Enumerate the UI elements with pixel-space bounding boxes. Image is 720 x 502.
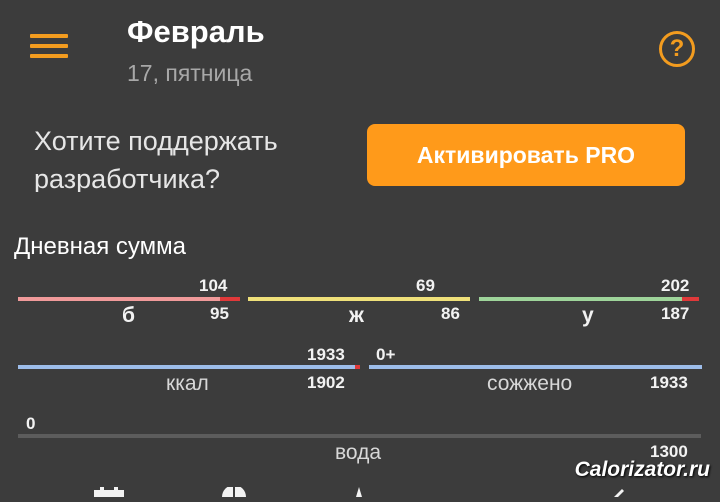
kcal-current: 1902 [307, 373, 345, 392]
water-label: вода [335, 441, 382, 464]
protein-goal: 104 [199, 276, 228, 295]
carbs-goal: 202 [661, 276, 690, 295]
burned-label: сожжено [487, 372, 573, 395]
kcal-progress-bar [18, 365, 360, 369]
date-subtitle: 17, пятница [127, 60, 253, 86]
carbs-over-marker [682, 297, 699, 301]
hamburger-menu-icon [30, 34, 68, 38]
burned-goal: 0+ [376, 345, 396, 364]
month-title: Февраль [127, 14, 265, 49]
kcal-over-marker [355, 365, 360, 369]
carbs-progress-fill [479, 297, 683, 301]
help-button[interactable]: ? [659, 31, 695, 67]
protein-current: 95 [210, 304, 229, 323]
fat-progress-fill [248, 297, 470, 301]
question-circle-icon: ? [669, 35, 685, 62]
fat-goal: 69 [416, 276, 435, 295]
burned-progress-bar [369, 365, 702, 369]
fat-current: 86 [441, 304, 460, 323]
protein-label: б [122, 304, 135, 327]
kcal-label: ккал [166, 372, 209, 395]
support-developer-text: Хотите поддержать разработчика? [34, 126, 278, 192]
activate-pro-button[interactable]: Активировать PRO [367, 124, 685, 186]
protein-progress-bar [18, 297, 240, 301]
carbs-label: у [582, 304, 594, 327]
burned-current: 1933 [650, 373, 688, 392]
protein-progress-fill [18, 297, 221, 301]
fat-progress-bar [248, 297, 470, 301]
kcal-goal: 1933 [307, 345, 345, 364]
water-progress-bar [18, 434, 701, 438]
burned-progress-fill [369, 365, 702, 369]
flame-icon[interactable] [352, 484, 366, 497]
fat-label: ж [349, 304, 364, 327]
protein-over-marker [220, 297, 240, 301]
kcal-progress-fill [18, 365, 355, 369]
arrow-icon[interactable] [612, 484, 628, 497]
calorizator-watermark: Calorizator.ru [574, 458, 710, 481]
carbs-current: 187 [661, 304, 690, 323]
water-current: 0 [26, 414, 36, 433]
carbs-progress-bar [479, 297, 699, 301]
menu-button[interactable] [30, 32, 68, 60]
calendar-icon[interactable] [92, 484, 126, 497]
daily-summary-title: Дневная сумма [14, 233, 186, 260]
chart-pie-icon[interactable] [220, 484, 248, 497]
